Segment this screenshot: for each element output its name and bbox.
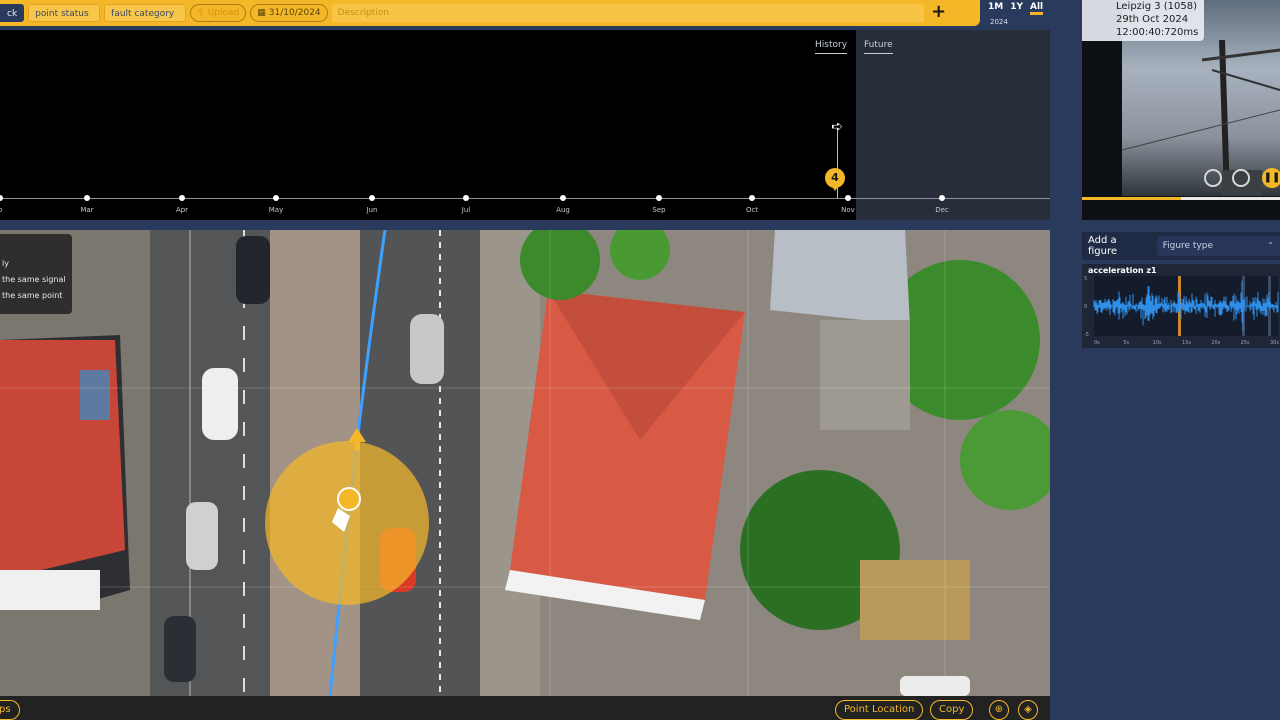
timeline-history-area[interactable] [0,30,856,220]
month-label: Jul [461,206,471,214]
signal-x-tick: 20s [1211,340,1220,346]
month-tick[interactable] [560,195,566,201]
month-label: Apr [175,206,189,214]
export-arrow-icon[interactable]: ➪ [828,118,846,136]
date-picker[interactable]: ▦ 31/10/2024 [250,4,328,22]
map-context-menu: ly the same signal the same point [0,234,72,314]
top-toolbar: ck point status fault category ⇪ Upload … [0,0,980,26]
video-player[interactable]: Leipzig 3 (1058) 29th Oct 2024 12:00:40:… [1082,0,1280,220]
range-all-button[interactable]: All [1030,2,1044,15]
month-label: Dec [935,206,949,214]
upload-icon: ⇪ [197,8,205,18]
app-root: ck point status fault category ⇪ Upload … [0,0,1280,720]
signal-x-tick: 10s [1153,340,1162,346]
video-progress-fill [1082,197,1181,200]
context-menu-item[interactable]: the same signal [2,272,72,288]
map-type-button[interactable]: ps [0,700,20,720]
point-location-button[interactable]: Point Location [835,700,924,720]
crosshair-icon[interactable]: ⊕ [989,700,1009,720]
map-imagery [0,230,1050,696]
month-tick[interactable] [656,195,662,201]
satellite-map[interactable] [0,230,1050,696]
signal-x-tick: 0s [1094,340,1100,346]
month-tick[interactable] [749,195,755,201]
signal-y-tick: 5 [1084,276,1087,282]
year-label: 2024 [990,18,1008,26]
signal-x-tick: 30s [1270,340,1279,346]
video-caption-location: Leipzig 3 (1058) [1116,1,1198,12]
month-label: Oct [745,206,759,214]
signal-x-tick: 15s [1182,340,1191,346]
month-label: Aug [556,206,570,214]
month-label: May [268,206,284,214]
timeline-axis [0,198,1050,199]
add-button[interactable]: + [930,3,948,22]
history-tab[interactable]: History [815,40,847,54]
upload-button[interactable]: ⇪ Upload [190,4,247,22]
range-1m-button[interactable]: 1M [988,2,1003,15]
signal-x-tick: 25s [1241,340,1250,346]
month-label: Sep [652,206,666,214]
fault-category-select[interactable]: fault category [104,4,187,22]
video-caption-time: 12:00:40:720ms [1116,27,1199,38]
calendar-icon: ▦ [257,8,266,18]
panel-divider [1050,0,1082,720]
month-tick[interactable] [845,195,851,201]
video-progress-bar[interactable] [1082,197,1280,200]
video-caption: Leipzig 3 (1058) 29th Oct 2024 12:00:40:… [1082,0,1205,41]
range-selector: 1M 1Y All [988,2,1044,15]
month-label: Nov [841,206,855,214]
month-label: Jun [366,206,378,214]
signal-y-tick: 0 [1084,304,1087,310]
month-tick[interactable] [84,195,90,201]
month-label: Mar [80,206,94,214]
month-tick[interactable] [463,195,469,201]
figure-type-select[interactable]: Figure type [1156,236,1280,256]
add-figure-row: Add a figure Figure type [1082,232,1280,260]
pause-icon[interactable]: ❚❚ [1262,168,1280,188]
description-input[interactable]: Description [331,4,924,22]
month-tick[interactable] [273,195,279,201]
month-tick[interactable] [369,195,375,201]
timeline-future-area[interactable] [856,30,1050,220]
replay-icon[interactable] [1232,169,1250,187]
context-menu-item[interactable]: ly [2,256,72,272]
navigation-diamond-icon[interactable]: ◈ [1018,700,1038,720]
track-select[interactable]: ck [0,4,25,22]
add-figure-label: Add a figure [1088,235,1118,257]
month-tick[interactable] [179,195,185,201]
month-tick[interactable] [939,195,945,201]
future-tab[interactable]: Future [864,40,893,54]
date-value: 31/10/2024 [268,8,321,18]
copy-button[interactable]: Copy [930,700,974,720]
rewind-icon[interactable] [1204,169,1222,187]
month-label: b [0,206,2,214]
context-menu-item[interactable]: the same point [2,288,72,304]
upload-label: Upload [207,8,240,18]
event-count-marker[interactable]: 4 [825,168,845,191]
signal-chart[interactable]: acceleration z1 5 0 -5 0s 5s 10s 15s 20s 25s 30s [1082,264,1280,348]
point-status-select[interactable]: point status [28,4,101,22]
signal-y-tick: -5 [1084,332,1089,338]
video-caption-date: 29th Oct 2024 [1116,14,1189,25]
range-1y-button[interactable]: 1Y [1010,2,1023,15]
signal-x-tick: 5s [1123,340,1129,346]
signal-plot: 5 0 -5 0s 5s 10s 15s 20s 25s 30s [1084,276,1279,346]
